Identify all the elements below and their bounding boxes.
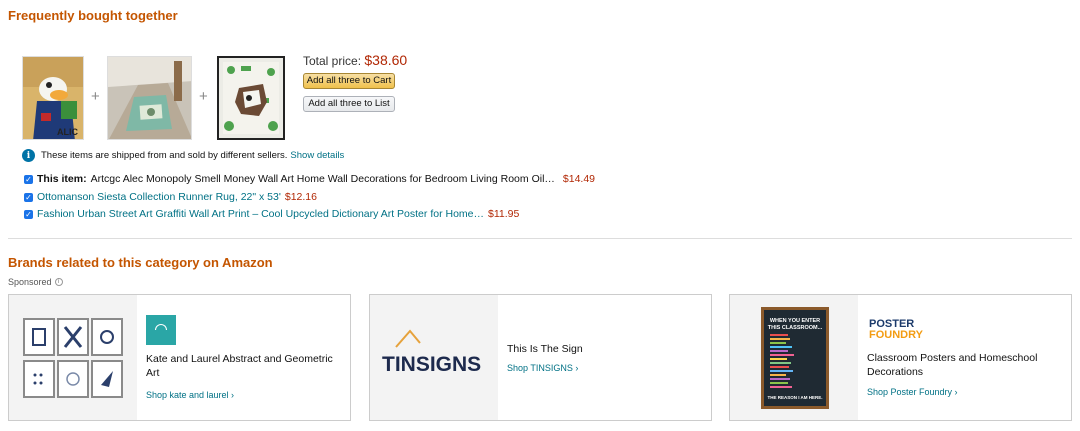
kate-and-laurel-logo <box>146 315 176 345</box>
seller-info-text: These items are shipped from and sold by… <box>41 150 288 161</box>
item-1-price: $14.49 <box>562 173 596 185</box>
duck-painting-image: ALIC <box>23 57 83 139</box>
classroom-poster-image: WHEN YOU ENTER THIS CLASSROOM... THE REA… <box>730 295 858 420</box>
product-thumb-3[interactable] <box>217 56 285 140</box>
item-3-checkbox[interactable]: ✓ <box>24 209 33 219</box>
fbt-title: Frequently bought together <box>8 8 178 23</box>
kate-and-laurel-image <box>9 295 137 420</box>
kate-and-laurel-name: Kate and Laurel Abstract and Geometric A… <box>146 353 333 379</box>
brand-card-poster-foundry[interactable]: WHEN YOU ENTER THIS CLASSROOM... THE REA… <box>729 294 1072 421</box>
info-icon: i <box>22 149 35 162</box>
framed-art-grid-image <box>23 318 123 398</box>
total-price: Total price: $38.60 <box>303 52 407 68</box>
brands-title: Brands related to this category on Amazo… <box>8 255 273 270</box>
brand-card-kate-and-laurel[interactable]: Kate and Laurel Abstract and Geometric A… <box>8 294 351 421</box>
item-3-price: $11.95 <box>488 208 520 220</box>
fbt-item-2: ✓ Ottomanson Siesta Collection Runner Ru… <box>24 191 317 203</box>
fbt-item-1: ✓ This item: Artcgc Alec Monopoly Smell … <box>24 173 595 185</box>
seller-info: i These items are shipped from and sold … <box>22 149 344 162</box>
item-1-title[interactable]: Artcgc Alec Monopoly Smell Money Wall Ar… <box>91 173 555 185</box>
svg-text:WHEN YOU ENTER: WHEN YOU ENTER <box>770 318 820 324</box>
poster-foundry-logo-line2: FOUNDRY <box>869 329 923 341</box>
sponsored-info-icon[interactable]: i <box>54 278 63 286</box>
svg-text:THIS CLASSROOM...: THIS CLASSROOM... <box>768 325 823 331</box>
plus-sign-1: + <box>91 88 100 105</box>
rug-image <box>108 57 191 139</box>
svg-text:THE REASON I AM HERE.: THE REASON I AM HERE. <box>767 395 822 400</box>
brand-card-tinsigns[interactable]: TINSIGNS This Is The Sign Shop TINSIGNS … <box>369 294 712 421</box>
shop-tinsigns-link[interactable]: Shop TINSIGNS › <box>507 363 578 373</box>
item-2-title[interactable]: Ottomanson Siesta Collection Runner Rug,… <box>37 191 281 203</box>
fbt-item-3: ✓ Fashion Urban Street Art Graffiti Wall… <box>24 208 519 220</box>
poster-foundry-name: Classroom Posters and Homeschool Decorat… <box>867 352 1038 378</box>
sponsored-label: Sponsored i <box>8 277 63 287</box>
tinsigns-logo-text: TINSIGNS <box>382 353 481 376</box>
sponsored-text: Sponsored <box>8 277 52 287</box>
svg-text:ALIC: ALIC <box>57 127 78 137</box>
show-details-link[interactable]: Show details <box>290 150 344 161</box>
add-all-to-cart-button[interactable]: Add all three to Cart <box>303 73 395 89</box>
shop-kate-and-laurel-link[interactable]: Shop kate and laurel › <box>146 390 234 400</box>
poster-foundry-logo: POSTER FOUNDRY <box>869 319 923 341</box>
add-all-to-list-button[interactable]: Add all three to List <box>303 96 395 112</box>
tinsigns-logo: TINSIGNS <box>370 295 498 420</box>
product-thumb-2[interactable] <box>107 56 192 140</box>
shop-poster-foundry-link[interactable]: Shop Poster Foundry › <box>867 387 958 397</box>
item-3-title[interactable]: Fashion Urban Street Art Graffiti Wall A… <box>37 208 484 220</box>
product-thumb-1[interactable]: ALIC <box>22 56 84 140</box>
tinsigns-logo-panel: TINSIGNS <box>370 295 498 420</box>
poster-foundry-image: WHEN YOU ENTER THIS CLASSROOM... THE REA… <box>730 295 858 420</box>
item-2-checkbox[interactable]: ✓ <box>24 192 33 202</box>
item-2-price: $12.16 <box>284 191 317 203</box>
tinsigns-name: This Is The Sign <box>507 343 583 355</box>
graffiti-art-image <box>219 58 283 138</box>
total-price-value: $38.60 <box>364 52 408 68</box>
section-divider <box>8 238 1072 239</box>
this-item-label: This item: <box>37 173 87 185</box>
item-1-checkbox[interactable]: ✓ <box>24 174 33 184</box>
total-price-label: Total price: <box>303 54 362 68</box>
plus-sign-2: + <box>199 88 208 105</box>
